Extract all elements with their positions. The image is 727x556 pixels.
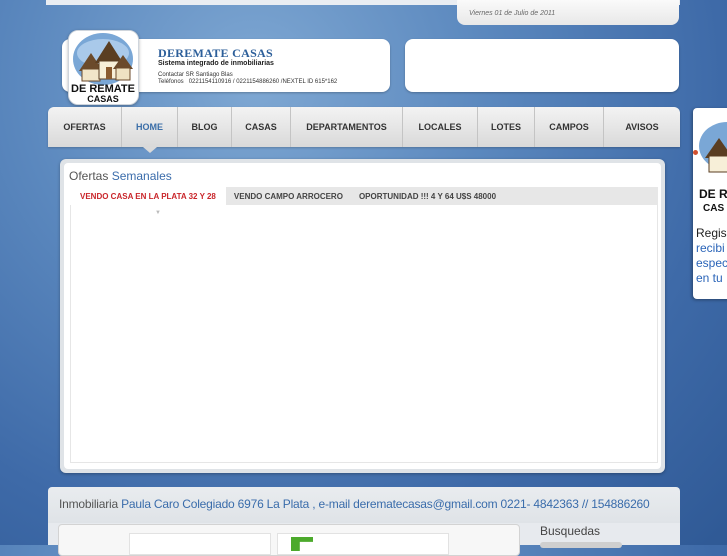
nav-item-casas[interactable]: CASAS: [232, 107, 291, 147]
tab-oportunidad[interactable]: OPORTUNIDAD !!! 4 Y 64 U$S 48000: [351, 187, 504, 205]
brand-contact: Contactar SR Santiago Blas: [158, 72, 233, 78]
current-date: Viernes 01 de Julio de 2011: [469, 10, 556, 17]
house-logo-icon: DE REMATE CASAS: [69, 31, 138, 104]
footer-info-band: Inmobiliaria Paula Caro Colegiado 6976 L…: [48, 487, 680, 523]
bottom-area: Busquedas: [48, 523, 680, 556]
page-shell: Viernes 01 de Julio de 2011 DE REMATE CA…: [46, 0, 680, 556]
footer-contact[interactable]: Paula Caro Colegiado 6976 La Plata , e-m…: [121, 497, 650, 511]
nav-item-avisos[interactable]: AVISOS: [604, 107, 680, 147]
nav-item-campos[interactable]: CAMPOS: [535, 107, 604, 147]
side-dot-icon: [693, 150, 698, 155]
site-logo[interactable]: DE REMATE CASAS: [68, 30, 139, 105]
footer-info: Inmobiliaria Paula Caro Colegiado 6976 L…: [59, 497, 650, 511]
tab-vendo-campo[interactable]: VENDO CAMPO ARROCERO: [226, 187, 351, 205]
phones-value: 0221154110916 / 0221154886260 /NEXTEL ID…: [188, 79, 338, 85]
nav-item-home[interactable]: HOME: [122, 107, 178, 153]
bottom-card-1: [129, 533, 271, 555]
side-register-widget[interactable]: DE R CAS Regis recibi espec en tu: [693, 108, 727, 299]
brand-subtitle: Sistema integrado de inmobiliarias: [158, 60, 274, 67]
tab-vendo-casa[interactable]: VENDO CASA EN LA PLATA 32 Y 28: [70, 187, 226, 205]
main-nav: OFERTAS HOME BLOG CASAS DEPARTAMENTOS LO…: [48, 107, 680, 153]
brand-title: DEREMATE CASAS: [158, 46, 273, 60]
offers-panel-inner: Ofertas Semanales VENDO CASA EN LA PLATA…: [64, 163, 661, 469]
brand-phones: Teléfonos 0221154110916 / 0221154886260 …: [158, 79, 337, 85]
svg-text:DE R: DE R: [699, 187, 727, 201]
offers-tabs: VENDO CASA EN LA PLATA 32 Y 28 VENDO CAM…: [70, 187, 658, 205]
search-input[interactable]: [540, 542, 622, 548]
bottom-content-box: [58, 524, 520, 556]
svg-text:CASAS: CASAS: [87, 94, 119, 104]
date-box: Viernes 01 de Julio de 2011: [457, 0, 679, 25]
header-banner-box: [405, 39, 679, 92]
house-logo-icon: DE R CAS: [699, 122, 727, 214]
svg-text:CAS: CAS: [703, 203, 724, 214]
nav-item-lotes[interactable]: LOTES: [478, 107, 535, 147]
offers-panel: Ofertas Semanales VENDO CASA EN LA PLATA…: [60, 159, 665, 473]
nav-item-locales[interactable]: LOCALES: [403, 107, 478, 147]
side-register-text: Regis recibi espec en tu: [696, 226, 727, 285]
offers-title: Ofertas Semanales: [69, 169, 172, 183]
offers-tab-content: ▼: [70, 205, 658, 463]
nav-item-departamentos[interactable]: DEPARTAMENTOS: [291, 107, 403, 147]
search-label: Busquedas: [540, 524, 601, 538]
caret-down-icon: ▼: [155, 210, 161, 216]
nav-item-blog[interactable]: BLOG: [178, 107, 232, 147]
phones-label: Teléfonos: [158, 79, 184, 85]
nav-item-ofertas[interactable]: OFERTAS: [48, 107, 122, 147]
bottom-card-2: [277, 533, 449, 555]
